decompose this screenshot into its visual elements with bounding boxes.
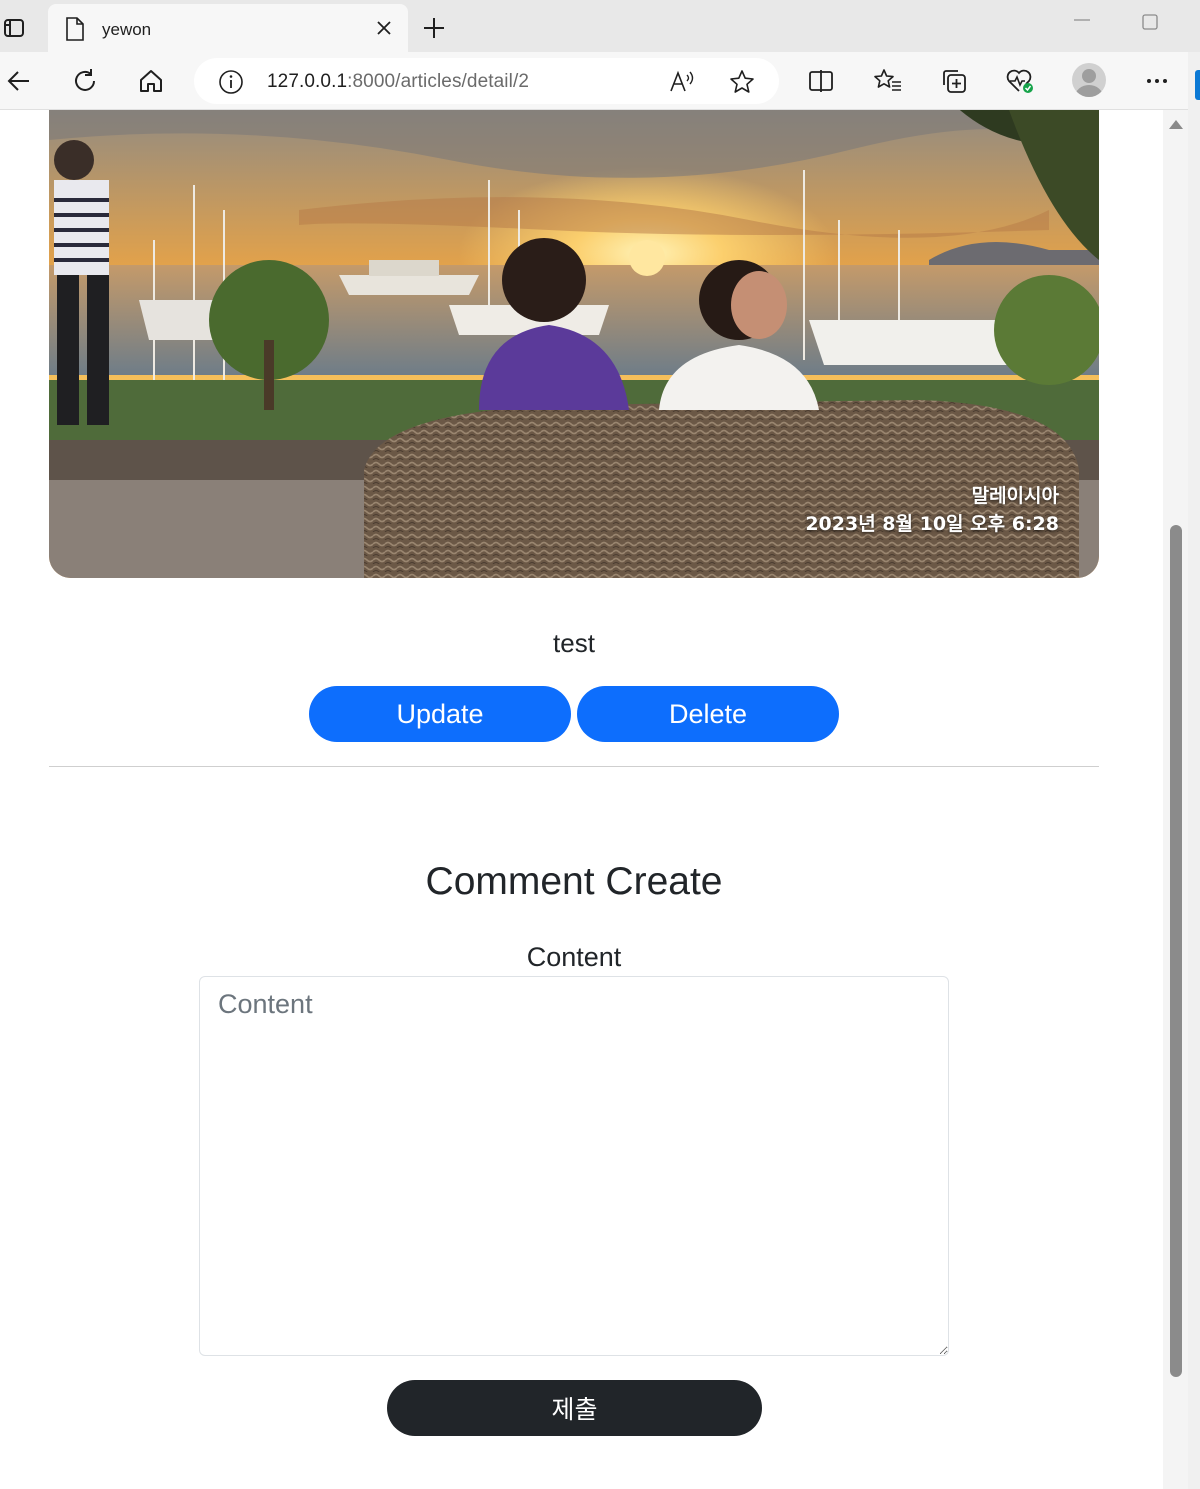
refresh-icon[interactable]: [69, 65, 101, 97]
split-screen-icon[interactable]: [805, 65, 837, 97]
article-actions: Update Delete: [309, 686, 839, 742]
section-divider: [49, 766, 1099, 767]
copilot-edge-icon[interactable]: [1195, 70, 1200, 100]
page-viewport: 말레이시아 2023년 8월 10일 오후 6:28 test Update D…: [0, 110, 1163, 1489]
home-icon[interactable]: [135, 65, 167, 97]
browser-essentials-icon[interactable]: [1004, 65, 1036, 97]
page-icon: [64, 16, 86, 47]
site-info-icon[interactable]: [218, 69, 244, 100]
url-host: 127.0.0.1: [267, 71, 348, 92]
url-path: :8000/articles/detail/2: [347, 71, 529, 92]
sidebar-edge: [1188, 52, 1200, 1489]
minimize-icon[interactable]: [1070, 10, 1094, 30]
vertical-scrollbar[interactable]: [1163, 110, 1188, 1489]
submit-button[interactable]: 제출: [387, 1380, 762, 1436]
scroll-thumb[interactable]: [1170, 525, 1182, 1377]
more-options-icon[interactable]: [1141, 65, 1173, 97]
browser-toolbar: 127.0.0.1:8000/articles/detail/2: [0, 52, 1200, 110]
tab-actions-icon[interactable]: [0, 14, 28, 42]
favorites-icon[interactable]: [872, 65, 904, 97]
address-bar[interactable]: 127.0.0.1:8000/articles/detail/2: [194, 58, 779, 104]
browser-tab[interactable]: yewon: [48, 4, 408, 52]
close-tab-icon[interactable]: [374, 18, 394, 38]
comment-form-title: Comment Create: [425, 860, 723, 903]
comment-content-textarea[interactable]: [199, 976, 949, 1356]
favorite-star-icon[interactable]: [728, 68, 756, 101]
photo-caption-datetime: 2023년 8월 10일 오후 6:28: [805, 513, 1059, 535]
photo-caption: 말레이시아 2023년 8월 10일 오후 6:28: [805, 482, 1059, 538]
back-icon[interactable]: [3, 65, 35, 97]
url-text: 127.0.0.1:8000/articles/detail/2: [267, 71, 529, 93]
profile-avatar[interactable]: [1072, 63, 1106, 97]
article-content: test: [553, 628, 595, 658]
scroll-up-arrow-icon[interactable]: [1169, 120, 1183, 129]
tab-bar: yewon: [0, 0, 1200, 52]
photo-caption-location: 말레이시아: [971, 485, 1059, 507]
read-aloud-icon[interactable]: [668, 69, 696, 100]
article-image: 말레이시아 2023년 8월 10일 오후 6:28: [49, 110, 1099, 578]
new-tab-icon[interactable]: [420, 14, 448, 42]
maximize-icon[interactable]: [1138, 10, 1162, 34]
content-field-label: Content: [526, 942, 622, 972]
tab-title: yewon: [102, 20, 152, 39]
collections-icon[interactable]: [938, 65, 970, 97]
update-button[interactable]: Update: [309, 686, 571, 742]
delete-button[interactable]: Delete: [577, 686, 839, 742]
